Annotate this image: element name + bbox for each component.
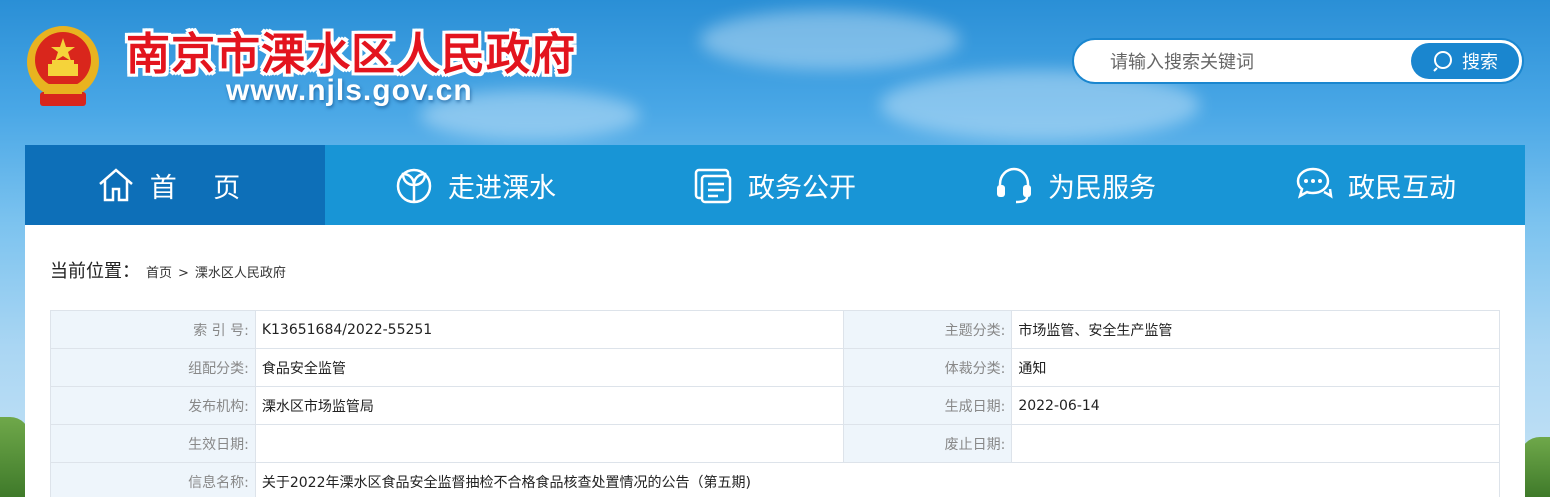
table-row: 生效日期: 废止日期: — [50, 424, 1500, 463]
document-icon — [694, 168, 732, 204]
search-button-label: 搜索 — [1462, 52, 1498, 73]
publisher-value: 溧水区市场监管局 — [254, 386, 845, 425]
nav-item-services[interactable]: 为民服务 — [925, 145, 1225, 225]
headset-icon — [997, 167, 1031, 204]
site-url[interactable]: www.njls.gov.cn — [226, 74, 473, 108]
breadcrumb-title: 当前位置： — [50, 261, 140, 282]
table-row: 发布机构: 溧水区市场监管局 生成日期: 2022-06-14 — [50, 386, 1500, 425]
breadcrumb-link-gov[interactable]: 溧水区人民政府 — [195, 262, 286, 281]
nav-label-gov-affairs: 政务公开 — [748, 172, 856, 204]
effective-date-value — [254, 424, 845, 463]
info-name-label: 信息名称: — [50, 462, 256, 497]
nav-item-interaction[interactable]: 政民互动 — [1225, 145, 1525, 225]
main-nav: 首 页 走进溧水 政务公开 为民服务 政民互动 — [25, 145, 1525, 225]
nav-label-interaction: 政民互动 — [1348, 172, 1456, 204]
genre-label: 体裁分类: — [843, 348, 1013, 387]
breadcrumb-link-home[interactable]: 首页 — [146, 262, 172, 281]
nav-item-about[interactable]: 走进溧水 — [325, 145, 625, 225]
chat-icon — [1296, 167, 1333, 199]
search-icon — [1433, 51, 1452, 72]
table-row: 信息名称: 关于2022年溧水区食品安全监督抽检不合格食品核查处置情况的公告（第… — [50, 462, 1501, 497]
topic-value: 市场监管、安全生产监管 — [1011, 310, 1500, 349]
site-header: 南京市溧水区人民政府 www.njls.gov.cn 搜索 — [0, 0, 1550, 145]
info-name-value: 关于2022年溧水区食品安全监督抽检不合格食品核查处置情况的公告（第五期) — [254, 462, 1501, 497]
nav-label-about: 走进溧水 — [448, 172, 556, 204]
national-emblem-icon — [27, 26, 99, 106]
index-no-label: 索 引 号: — [50, 310, 256, 349]
table-row: 组配分类: 食品安全监管 体裁分类: 通知 — [50, 348, 1500, 387]
nav-item-home[interactable]: 首 页 — [25, 145, 325, 225]
info-metadata-table: 索 引 号: K13651684/2022-55251 主题分类: 市场监管、安… — [50, 310, 1501, 497]
home-icon — [98, 168, 133, 202]
search-button[interactable]: 搜索 — [1411, 43, 1519, 79]
created-date-label: 生成日期: — [843, 386, 1013, 425]
index-no-value: K13651684/2022-55251 — [254, 310, 845, 349]
genre-value: 通知 — [1011, 348, 1500, 387]
effective-date-label: 生效日期: — [50, 424, 256, 463]
search-box: 搜索 — [1072, 38, 1524, 84]
search-input[interactable] — [1110, 49, 1410, 75]
nav-item-gov-affairs[interactable]: 政务公开 — [625, 145, 925, 225]
site-title[interactable]: 南京市溧水区人民政府 — [126, 18, 576, 82]
publisher-label: 发布机构: — [50, 386, 256, 425]
main-content: 当前位置： 首页 > 溧水区人民政府 索 引 号: K13651684/2022… — [25, 225, 1525, 497]
org-category-label: 组配分类: — [50, 348, 256, 387]
nav-label-home: 首 页 — [149, 172, 255, 204]
breadcrumb: 当前位置： 首页 > 溧水区人民政府 — [50, 257, 286, 283]
created-date-value: 2022-06-14 — [1011, 386, 1500, 425]
breadcrumb-separator: > — [178, 266, 189, 281]
topic-label: 主题分类: — [843, 310, 1013, 349]
table-row: 索 引 号: K13651684/2022-55251 主题分类: 市场监管、安… — [50, 310, 1500, 349]
expired-date-label: 废止日期: — [843, 424, 1013, 463]
org-category-value: 食品安全监管 — [254, 348, 845, 387]
nav-label-services: 为民服务 — [1048, 172, 1156, 204]
expired-date-value — [1011, 424, 1500, 463]
sprout-icon — [396, 168, 432, 204]
